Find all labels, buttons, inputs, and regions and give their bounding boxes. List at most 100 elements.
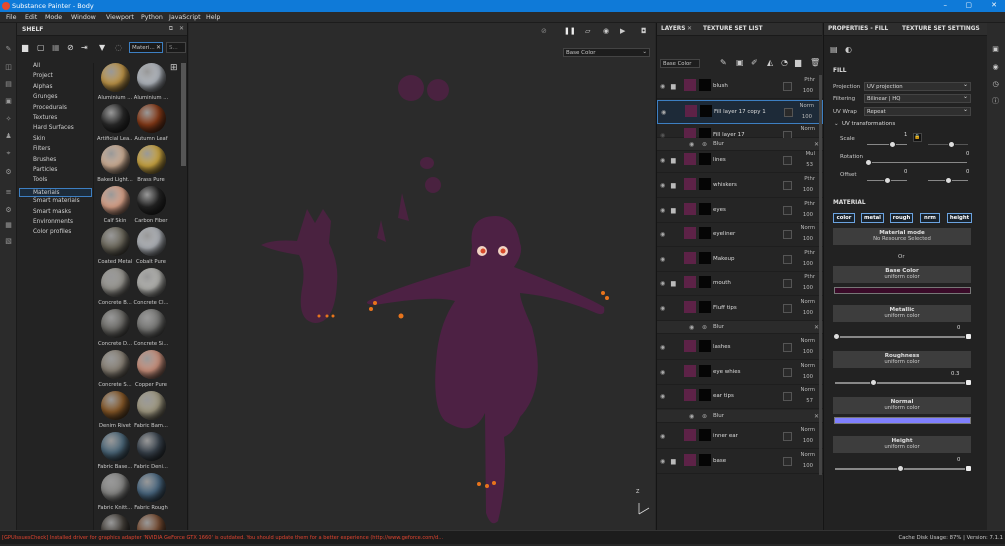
- layer-select-checkbox[interactable]: [783, 230, 792, 239]
- layer-opacity[interactable]: 100: [803, 285, 813, 291]
- material-tile[interactable]: Fabric Knitt...: [97, 473, 133, 511]
- blend-mode[interactable]: Norm: [801, 363, 815, 369]
- smudge-icon[interactable]: ✧: [4, 115, 13, 124]
- layer-opacity[interactable]: 100: [803, 349, 813, 355]
- category-item[interactable]: Grunges: [33, 94, 58, 100]
- category-item[interactable]: Hard Surfaces: [33, 125, 74, 131]
- category-item[interactable]: Environments: [33, 219, 73, 225]
- metallic-slider[interactable]: [833, 333, 972, 340]
- material-tile[interactable]: Baked Light...: [97, 145, 133, 183]
- projection-select[interactable]: UV projection: [864, 81, 971, 91]
- roughness-card[interactable]: Roughness uniform color: [833, 351, 971, 368]
- visibility-eye-icon[interactable]: ◉: [660, 182, 665, 189]
- lock-icon[interactable]: 🔒: [913, 133, 922, 142]
- blend-mode[interactable]: Norm: [801, 427, 815, 433]
- category-item[interactable]: Smart materials: [33, 198, 80, 204]
- layer-row[interactable]: ◉ ▆ lines Mul 53: [657, 149, 823, 173]
- filter-icon[interactable]: ▼: [99, 43, 105, 52]
- height-slider[interactable]: [835, 465, 972, 472]
- geometry-mask-icon[interactable]: ▣: [4, 97, 13, 106]
- filtering-select[interactable]: Bilinear | HQ: [864, 93, 971, 103]
- category-item[interactable]: Filters: [33, 146, 50, 152]
- layer-opacity[interactable]: 100: [803, 463, 813, 469]
- log-icon[interactable]: ▧: [4, 237, 13, 246]
- layer-row[interactable]: ◉ Fill layer 17 Norm: [657, 124, 823, 140]
- blend-mode[interactable]: Pthr: [804, 250, 815, 256]
- visibility-eye-icon[interactable]: ◉: [689, 324, 694, 331]
- layer-opacity[interactable]: 100: [803, 438, 813, 444]
- 3d-viewport[interactable]: ⊘ ❚❚ ▱ ◉ ▶ ◘ Base Color ⌄ Z: [189, 23, 655, 530]
- layer-row[interactable]: ◉ eyeliner Norm 100: [657, 223, 823, 247]
- uv-chevron-icon[interactable]: ⌄: [834, 121, 839, 127]
- shelf-close-icon[interactable]: ✕: [179, 25, 184, 32]
- layer-scrollbar[interactable]: [819, 75, 822, 475]
- category-item[interactable]: Brushes: [33, 157, 56, 163]
- visibility-eye-icon[interactable]: ◉: [660, 256, 665, 263]
- layer-select-checkbox[interactable]: [783, 368, 792, 377]
- blend-mode[interactable]: Norm: [801, 338, 815, 344]
- menu-python[interactable]: Python: [141, 14, 163, 21]
- material-tile[interactable]: Concrete S...: [97, 350, 133, 388]
- category-item[interactable]: Particles: [33, 167, 57, 173]
- category-item[interactable]: All: [33, 63, 40, 69]
- settings-tab-icon[interactable]: ▤: [830, 45, 838, 54]
- layer-select-checkbox[interactable]: [783, 181, 792, 190]
- layer-row[interactable]: ◉ ▆ eyes Pthr 100: [657, 199, 823, 223]
- material-tile[interactable]: Concrete Cl...: [133, 268, 169, 306]
- offset-slider-1[interactable]: [867, 177, 907, 184]
- add-smart-icon[interactable]: ◔: [781, 58, 788, 67]
- metallic-card[interactable]: Metallic uniform color: [833, 305, 971, 322]
- layer-opacity[interactable]: 100: [802, 114, 812, 120]
- blend-mode[interactable]: Norm: [801, 299, 815, 305]
- material-tile[interactable]: Concrete D...: [97, 309, 133, 347]
- visibility-eye-icon[interactable]: ◉: [660, 433, 665, 440]
- add-paint-layer-icon[interactable]: ✐: [751, 58, 758, 67]
- layer-row[interactable]: ◉ Fill layer 17 copy 1 Norm 100: [657, 100, 823, 124]
- uvwrap-select[interactable]: Repeat: [864, 106, 971, 116]
- material-tile[interactable]: Calf Skin: [97, 186, 133, 224]
- menu-help[interactable]: Help: [206, 14, 220, 21]
- category-item[interactable]: Tools: [33, 177, 47, 183]
- channel-height-button[interactable]: height: [947, 213, 972, 223]
- rotation-slider[interactable]: [865, 159, 967, 166]
- material-tab-icon[interactable]: ◐: [845, 45, 852, 54]
- layer-select-checkbox[interactable]: [783, 432, 792, 441]
- shelf-toggle-icon[interactable]: ▦: [4, 221, 13, 230]
- layer-opacity[interactable]: 100: [803, 212, 813, 218]
- material-tile[interactable]: Artificial Lea...: [97, 104, 133, 142]
- add-folder-icon[interactable]: ▆: [795, 58, 801, 67]
- settings-icon[interactable]: ⚙: [4, 168, 13, 177]
- viewer-settings-icon[interactable]: ◉: [991, 63, 1000, 72]
- normal-card[interactable]: Normal uniform color: [833, 397, 971, 414]
- layer-opacity[interactable]: 100: [803, 187, 813, 193]
- layers-close-icon[interactable]: ✕: [687, 25, 692, 32]
- add-fill-layer-icon[interactable]: ◭: [767, 58, 773, 67]
- material-tile[interactable]: Concrete B...: [97, 268, 133, 306]
- category-item[interactable]: Smart masks: [33, 209, 71, 215]
- shelf-scrollbar[interactable]: [181, 63, 186, 166]
- layer-row[interactable]: ◉ eye whies Norm 100: [657, 361, 823, 385]
- menu-viewport[interactable]: Viewport: [106, 14, 134, 21]
- layer-row[interactable]: ◉ ear tips Norm 57: [657, 385, 823, 409]
- import-icon[interactable]: ⇥: [81, 43, 88, 52]
- blend-mode[interactable]: Mul: [806, 151, 815, 157]
- layer-row[interactable]: ◉ ▆ blush Pthr 100: [657, 75, 823, 99]
- material-mode-card[interactable]: Material mode No Resource Selected: [833, 228, 971, 245]
- add-effect-icon[interactable]: ✎: [720, 58, 727, 67]
- tab-properties-fill[interactable]: PROPERTIES - FILL: [828, 26, 888, 32]
- preset-icon[interactable]: ◌: [115, 43, 122, 52]
- material-tile[interactable]: Concrete Si...: [133, 309, 169, 347]
- tab-layers[interactable]: LAYERS: [661, 26, 685, 32]
- new-file-icon[interactable]: ▢: [37, 43, 45, 52]
- material-tile[interactable]: Autumn Leaf: [133, 104, 169, 142]
- menu-window[interactable]: Window: [71, 14, 96, 21]
- visibility-eye-icon[interactable]: ◉: [661, 109, 666, 116]
- material-tile[interactable]: Fabric Deni...: [133, 432, 169, 470]
- menu-edit[interactable]: Edit: [25, 14, 37, 21]
- layer-opacity[interactable]: 100: [803, 88, 813, 94]
- visibility-eye-icon[interactable]: ◉: [660, 458, 665, 465]
- layer-select-checkbox[interactable]: [783, 343, 792, 352]
- layer-opacity[interactable]: 100: [803, 374, 813, 380]
- material-tile[interactable]: Aluminium ...: [97, 63, 133, 101]
- tab-texture-set-settings[interactable]: TEXTURE SET SETTINGS: [902, 26, 980, 32]
